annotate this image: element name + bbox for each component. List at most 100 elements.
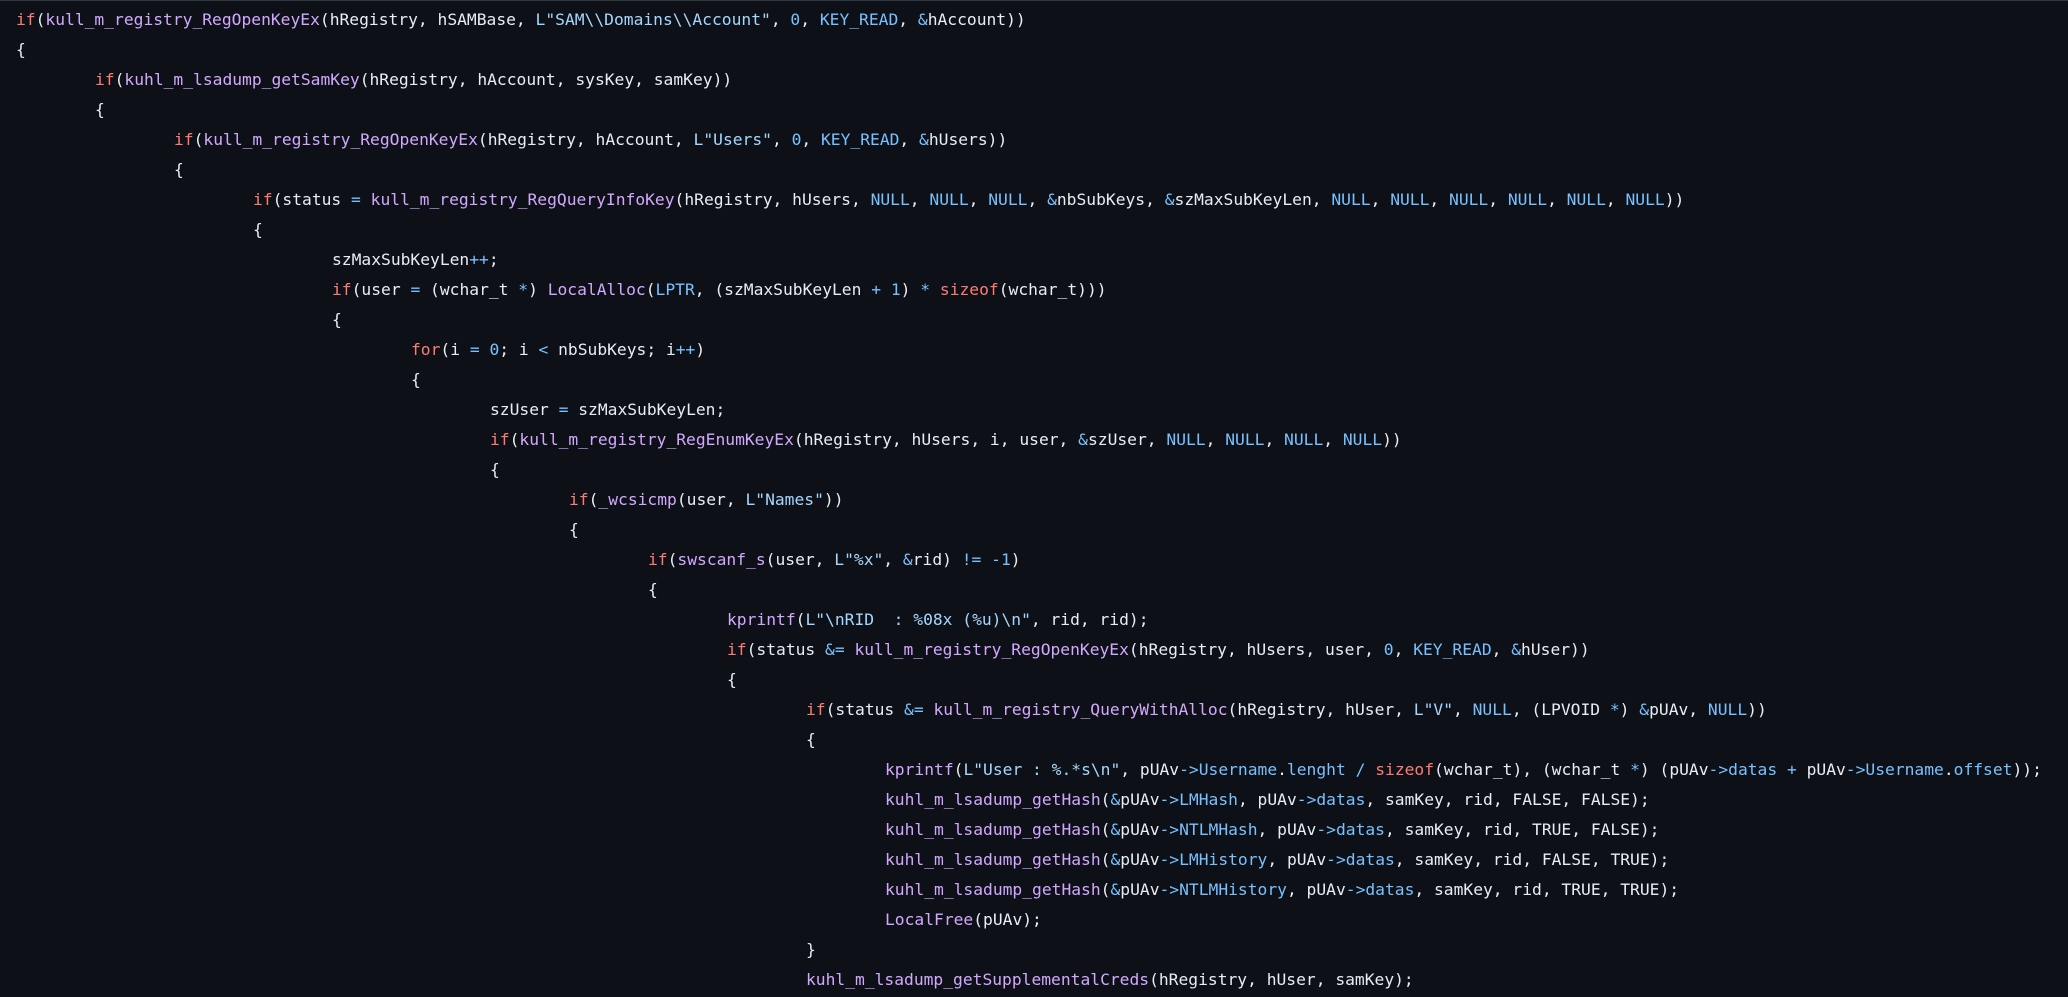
code-token: szMaxSubKeyLen,: [1174, 190, 1332, 209]
code-token: ,: [1264, 430, 1285, 449]
code-token: {: [411, 370, 421, 389]
code-token: &: [902, 550, 913, 569]
code-token: (: [1100, 820, 1111, 839]
code-token: (hRegistry, hSAMBase,: [319, 10, 536, 29]
code-token: ,: [801, 130, 821, 149]
code-token: ->: [1159, 790, 1180, 809]
code-token: sizeof: [1375, 760, 1435, 779]
code-line: kprintf(L"User : %.*s\n", pUAv->Username…: [16, 755, 2042, 785]
code-token: ): [695, 340, 706, 359]
code-token: pUAv: [1796, 760, 1846, 779]
code-token: if: [95, 70, 115, 89]
code-token: NULL: [1507, 190, 1548, 209]
code-token: (hRegistry, hUsers, user,: [1128, 640, 1384, 659]
code-token: pUAv: [1120, 790, 1160, 809]
code-line: if(swscanf_s(user, L"%x", &rid) != -1): [16, 545, 2042, 575]
code-token: {: [569, 520, 579, 539]
code-token: L"User : %.*s\n": [963, 760, 1121, 779]
code-token: NTLMHash: [1179, 820, 1258, 839]
code-token: ->: [1708, 760, 1729, 779]
code-line: if(status &= kull_m_registry_QueryWithAl…: [16, 695, 2042, 725]
code-token: {: [253, 220, 263, 239]
code-token: , samKey, rid, FALSE, TRUE);: [1394, 850, 1670, 869]
code-token: ->: [1296, 790, 1317, 809]
code-token: .: [1943, 760, 1954, 779]
code-token: (: [588, 490, 599, 509]
code-line: szUser = szMaxSubKeyLen;: [16, 395, 2042, 425]
code-line: {: [16, 215, 2042, 245]
code-block: if(kull_m_registry_RegOpenKeyEx(hRegistr…: [16, 5, 2042, 995]
code-line: if(kull_m_registry_RegOpenKeyEx(hRegistr…: [16, 5, 2042, 35]
code-token: KEY_READ: [821, 130, 900, 149]
code-token: 0: [791, 130, 802, 149]
code-token: }: [806, 940, 816, 959]
code-token: L"V": [1413, 700, 1453, 719]
code-token: ,: [1488, 190, 1508, 209]
code-token: /: [1355, 760, 1366, 779]
code-token: kuhl_m_lsadump_getSupplementalCreds: [806, 970, 1150, 989]
code-token: ->: [1345, 880, 1366, 899]
code-token: ,: [1027, 190, 1048, 209]
code-token: -1: [991, 550, 1011, 569]
code-token: *: [1609, 700, 1620, 719]
code-token: L"\nRID : %08x (%u)\n": [805, 610, 1031, 629]
code-token: LMHash: [1179, 790, 1238, 809]
code-token: )): [823, 490, 844, 509]
code-token: (wchar_t), (wchar_t: [1434, 760, 1631, 779]
code-token: kuhl_m_lsadump_getHash: [885, 880, 1101, 899]
code-token: swscanf_s: [677, 550, 766, 569]
code-line: kuhl_m_lsadump_getHash(&pUAv->LMHistory,…: [16, 845, 2042, 875]
code-token: ,: [883, 550, 903, 569]
code-token: &: [1110, 880, 1121, 899]
code-token: &: [1110, 850, 1121, 869]
code-token: kuhl_m_lsadump_getHash: [885, 850, 1101, 869]
code-token: &: [1110, 790, 1121, 809]
code-token: offset: [1953, 760, 2013, 779]
code-token: Username: [1198, 760, 1278, 779]
code-token: *: [518, 280, 529, 299]
code-token: datas: [1365, 880, 1415, 899]
code-token: (: [1100, 790, 1111, 809]
code-token: (wchar_t))): [998, 280, 1107, 299]
code-token: ,: [771, 130, 792, 149]
code-token: =: [469, 340, 480, 359]
code-token: {: [490, 460, 500, 479]
code-token: ) (pUAv: [1639, 760, 1709, 779]
code-token: NULL: [870, 190, 910, 209]
code-token: ,: [1547, 190, 1567, 209]
code-token: ,: [1491, 640, 1512, 659]
code-token: hAccount)): [927, 10, 1026, 29]
code-token: (status: [746, 640, 826, 659]
code-token: (hRegistry, hAccount, sysKey, samKey)): [359, 70, 733, 89]
code-line: if(status = kull_m_registry_RegQueryInfo…: [16, 185, 2042, 215]
code-token: L"SAM\\Domains\\Account": [535, 10, 771, 29]
code-line: for(i = 0; i < nbSubKeys; i++): [16, 335, 2042, 365]
code-token: pUAv: [1120, 850, 1160, 869]
code-token: (: [1100, 850, 1111, 869]
code-token: (: [35, 10, 46, 29]
code-token: ->: [1159, 820, 1180, 839]
code-token: ,: [1393, 640, 1414, 659]
code-token: (i: [440, 340, 470, 359]
code-token: +: [871, 280, 882, 299]
code-token: =: [351, 190, 361, 209]
code-token: kull_m_registry_RegQueryInfoKey: [370, 190, 675, 209]
code-token: _wcsicmp: [598, 490, 677, 509]
code-token: szUser,: [1087, 430, 1167, 449]
code-line: }: [16, 935, 2042, 965]
code-token: kprintf: [885, 760, 954, 779]
code-token: (hRegistry, hAccount,: [477, 130, 694, 149]
code-token: &: [1078, 430, 1088, 449]
code-line: {: [16, 365, 2042, 395]
code-token: , samKey, rid, TRUE, TRUE);: [1414, 880, 1680, 899]
code-token: , rid, rid);: [1030, 610, 1149, 629]
code-token: .: [1277, 760, 1287, 779]
code-line: {: [16, 455, 2042, 485]
code-token: LocalFree: [885, 910, 974, 929]
code-token: kull_m_registry_RegOpenKeyEx: [45, 10, 320, 29]
code-token: NULL: [988, 190, 1028, 209]
code-token: rid): [912, 550, 962, 569]
